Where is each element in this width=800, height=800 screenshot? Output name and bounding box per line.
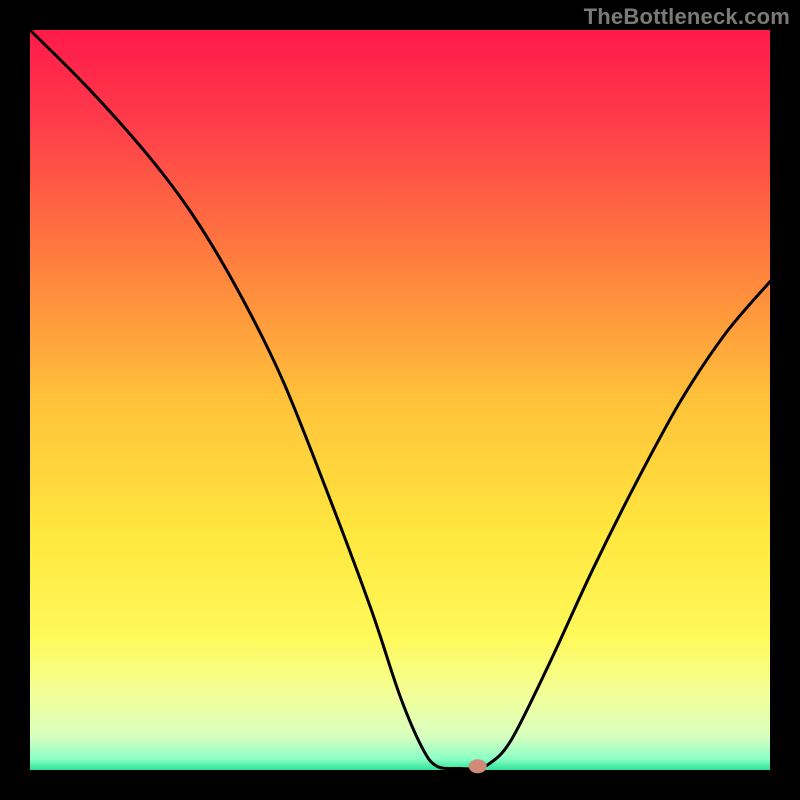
bottleneck-chart	[0, 0, 800, 800]
chart-frame: { "watermark": "TheBottleneck.com", "cha…	[0, 0, 800, 800]
watermark-text: TheBottleneck.com	[584, 4, 790, 30]
optimal-marker	[469, 759, 487, 773]
plot-background	[30, 30, 770, 770]
